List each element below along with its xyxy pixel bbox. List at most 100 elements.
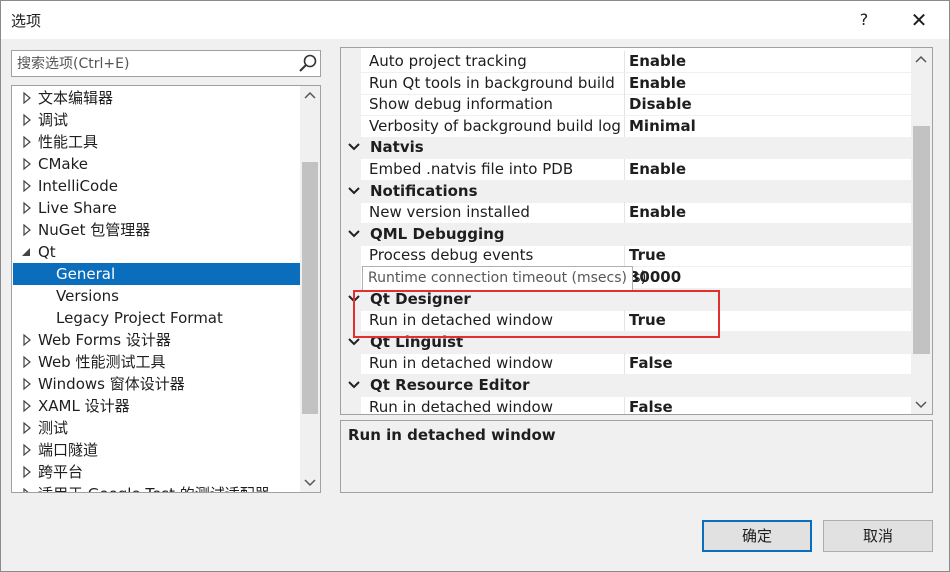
- tree-item[interactable]: CMake: [13, 153, 300, 175]
- chevron-down-icon[interactable]: [348, 379, 360, 391]
- tree-item-label: Live Share: [38, 199, 117, 217]
- tree-item[interactable]: 性能工具: [13, 131, 300, 153]
- property-value[interactable]: Enable: [629, 51, 686, 72]
- property-value[interactable]: Enable: [629, 159, 686, 180]
- property-row[interactable]: New version installed Enable: [341, 202, 911, 225]
- tree-item[interactable]: Web Forms 设计器: [13, 329, 300, 351]
- tree-item[interactable]: 跨平台: [13, 461, 300, 483]
- tree-item-label: 适用于 Google Test 的测试适配器: [38, 483, 270, 492]
- collapsed-arrow-icon[interactable]: [21, 461, 33, 483]
- tree-item[interactable]: Qt: [13, 241, 300, 263]
- scroll-up-icon[interactable]: [300, 86, 320, 106]
- collapsed-arrow-icon[interactable]: [21, 351, 33, 373]
- grid-scroll-thumb[interactable]: [913, 126, 930, 354]
- options-dialog: 选项 ? ✕ 适用于 Google Test 的测试适配器 跨平台 端口隧道 测试 XA…: [0, 0, 950, 572]
- tree-item[interactable]: 适用于 Google Test 的测试适配器: [13, 483, 300, 493]
- tree-item-label: Versions: [56, 287, 119, 305]
- tree-item[interactable]: Legacy Project Format: [13, 307, 300, 329]
- collapsed-arrow-icon[interactable]: [21, 153, 33, 175]
- property-row[interactable]: Auto project tracking Enable: [341, 51, 911, 73]
- property-value[interactable]: True: [629, 245, 666, 266]
- description-title: Run in detached window: [348, 426, 556, 444]
- tree-item[interactable]: 调试: [13, 109, 300, 131]
- scroll-up-icon[interactable]: [911, 50, 931, 70]
- column-divider: [624, 202, 625, 225]
- highlight-box: [353, 290, 720, 338]
- collapsed-arrow-icon[interactable]: [21, 197, 33, 219]
- scroll-down-icon[interactable]: [300, 472, 320, 492]
- tree-item-label: XAML 设计器: [38, 397, 130, 415]
- collapsed-arrow-icon[interactable]: [21, 439, 33, 461]
- collapsed-arrow-icon[interactable]: [21, 87, 33, 109]
- category-name: QML Debugging: [370, 224, 505, 243]
- property-value[interactable]: Enable: [629, 202, 686, 223]
- column-divider: [624, 245, 625, 268]
- property-row[interactable]: Embed .natvis file into PDB Enable: [341, 159, 911, 181]
- collapsed-arrow-icon[interactable]: [21, 395, 33, 417]
- column-divider: [624, 94, 625, 117]
- property-name: Run Qt tools in background build: [369, 73, 615, 92]
- collapsed-arrow-icon[interactable]: [21, 483, 33, 493]
- collapsed-arrow-icon[interactable]: [21, 131, 33, 153]
- chevron-down-icon[interactable]: [348, 185, 360, 197]
- tree-item[interactable]: General: [13, 263, 300, 285]
- grid-scrollbar[interactable]: [911, 48, 932, 414]
- tree-item[interactable]: IntelliCode: [13, 175, 300, 197]
- tree-scrollbar[interactable]: [300, 86, 320, 492]
- close-button[interactable]: ✕: [904, 1, 934, 39]
- expanded-arrow-icon[interactable]: [21, 241, 33, 263]
- tree-item[interactable]: Live Share: [13, 197, 300, 219]
- property-row[interactable]: Process debug events True: [341, 245, 911, 268]
- tree-scroll-thumb[interactable]: [302, 162, 318, 414]
- collapsed-arrow-icon[interactable]: [21, 219, 33, 241]
- property-value[interactable]: 30000: [629, 267, 681, 288]
- property-value[interactable]: Enable: [629, 73, 686, 94]
- column-divider: [624, 159, 625, 181]
- help-button[interactable]: ?: [851, 1, 877, 39]
- column-divider: [624, 353, 625, 376]
- tree-item[interactable]: Versions: [13, 285, 300, 307]
- property-row[interactable]: Run in detached window False: [341, 353, 911, 376]
- chevron-down-icon[interactable]: [348, 141, 360, 153]
- tree-item[interactable]: XAML 设计器: [13, 395, 300, 417]
- column-divider: [624, 396, 625, 414]
- property-value[interactable]: Disable: [629, 94, 692, 115]
- collapsed-arrow-icon[interactable]: [21, 417, 33, 439]
- property-name: Verbosity of background build log: [369, 116, 621, 135]
- collapsed-arrow-icon[interactable]: [21, 373, 33, 395]
- collapsed-arrow-icon[interactable]: [21, 109, 33, 131]
- tree-item[interactable]: Web 性能测试工具: [13, 351, 300, 373]
- property-value[interactable]: False: [629, 397, 673, 414]
- ok-button[interactable]: 确定: [702, 520, 812, 552]
- tree-item[interactable]: 文本编辑器: [13, 87, 300, 109]
- cancel-button[interactable]: 取消: [823, 520, 933, 552]
- tree-item-label: Web Forms 设计器: [38, 331, 171, 349]
- scroll-down-icon[interactable]: [911, 394, 931, 414]
- search-input[interactable]: [12, 51, 294, 76]
- category-row[interactable]: QML Debugging: [341, 223, 911, 246]
- category-row[interactable]: Natvis: [341, 137, 911, 160]
- tree-item[interactable]: 端口隧道: [13, 439, 300, 461]
- tree-item-label: 性能工具: [38, 133, 99, 151]
- property-name: Auto project tracking: [369, 52, 527, 70]
- category-row[interactable]: Notifications: [341, 180, 911, 203]
- search-box[interactable]: [11, 50, 321, 77]
- tree-item[interactable]: Windows 窗体设计器: [13, 373, 300, 395]
- property-row[interactable]: Run in detached window False: [341, 396, 911, 415]
- property-row[interactable]: Verbosity of background build log Minimal: [341, 115, 911, 138]
- property-row[interactable]: Show debug information Disable: [341, 94, 911, 117]
- tree-item[interactable]: 测试: [13, 417, 300, 439]
- property-value[interactable]: Minimal: [629, 116, 696, 137]
- tree-item[interactable]: NuGet 包管理器: [13, 219, 300, 241]
- collapsed-arrow-icon[interactable]: [21, 329, 33, 351]
- tree-item-label: 文本编辑器: [38, 89, 114, 107]
- collapsed-arrow-icon[interactable]: [21, 175, 33, 197]
- chevron-down-icon[interactable]: [348, 228, 360, 240]
- property-row[interactable]: Run Qt tools in background build Enable: [341, 72, 911, 95]
- category-row[interactable]: Qt Resource Editor: [341, 375, 911, 397]
- property-value[interactable]: False: [629, 353, 673, 374]
- tree-item-label: 跨平台: [38, 463, 84, 481]
- property-name: Run in detached window: [369, 397, 553, 415]
- search-icon[interactable]: [297, 53, 319, 75]
- property-name: Run in detached window: [369, 354, 553, 373]
